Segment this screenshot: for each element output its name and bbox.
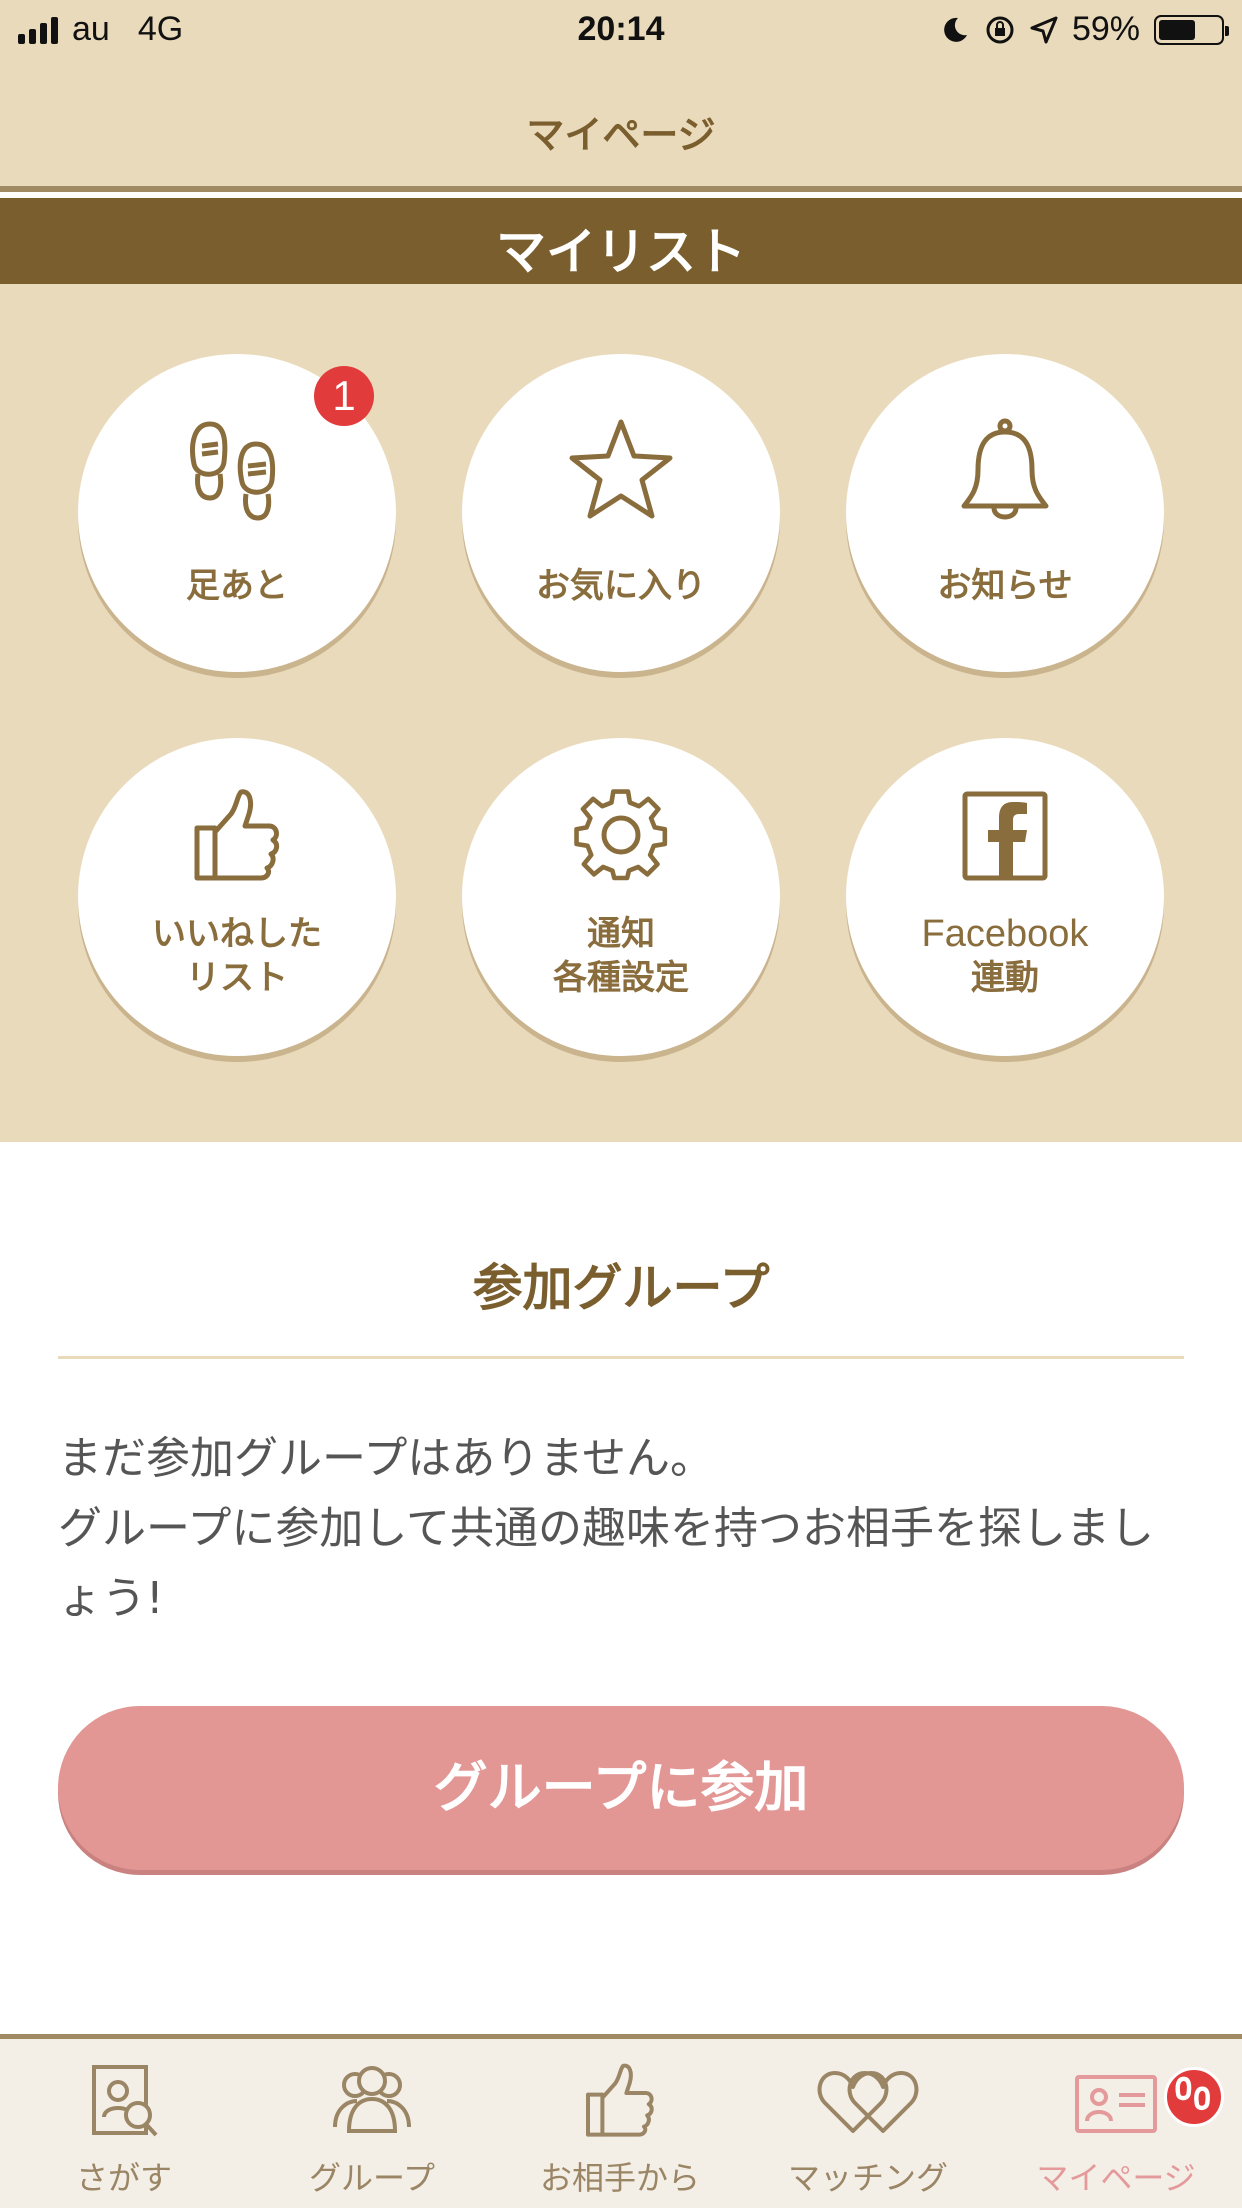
search-profile-icon: [92, 2065, 158, 2137]
notifications-button[interactable]: お知らせ: [846, 354, 1164, 672]
group-icon: [333, 2066, 411, 2133]
tab-from-partner[interactable]: お相手から: [496, 2039, 744, 2209]
tab-matching[interactable]: マッチング: [744, 2039, 992, 2209]
location-icon: [1030, 16, 1058, 43]
nav-divider: [0, 186, 1242, 192]
profile-card-icon: [1075, 2075, 1157, 2133]
gear-icon: [574, 789, 668, 881]
my-list-header: マイリスト: [0, 198, 1242, 284]
tab-matching-label: マッチング: [787, 2159, 948, 2197]
groups-divider: [58, 1356, 1184, 1359]
liked-list-label: いいねした リスト: [78, 912, 396, 1000]
footprints-label: 足あと: [186, 566, 288, 606]
rotation-lock-icon: [986, 16, 1014, 43]
groups-empty-line2: グループに参加して共通の趣味を持つお相手を探しましょう!: [58, 1503, 1155, 1624]
bell-icon: [961, 418, 1049, 520]
facebook-link-label-line1: Facebook: [921, 913, 1089, 955]
facebook-link-button[interactable]: Facebook 連動: [846, 738, 1164, 1056]
footprints-notification-badge: [1164, 2067, 1224, 2127]
notifications-label: お知らせ: [937, 566, 1073, 606]
facebook-icon: [962, 791, 1048, 881]
thumbs-up-icon: [194, 789, 280, 881]
tab-search[interactable]: さがす: [0, 2039, 248, 2209]
liked-list-button[interactable]: いいねした リスト: [78, 738, 396, 1056]
favorites-label: お気に入り: [536, 566, 706, 606]
tab-mypage-label: マイページ: [1036, 2159, 1196, 2197]
footprints-badge: 1: [314, 366, 374, 426]
facebook-link-label-line2: 連動: [971, 958, 1039, 998]
groups-empty-message: まだ参加グループはありません。 グループに参加して共通の趣味を持つお相手を探しま…: [58, 1424, 1198, 1634]
notification-settings-label-line1: 通知: [587, 914, 655, 954]
footprints-icon: [190, 421, 276, 521]
thumbs-up-icon: [586, 2063, 654, 2137]
notification-settings-label: 通知 各種設定: [462, 912, 780, 1000]
battery-icon: [1154, 14, 1229, 45]
status-bar: au 4G 20:14 59%: [0, 0, 1242, 62]
page-title: マイページ: [526, 113, 716, 157]
my-list-title: マイリスト: [496, 223, 746, 281]
favorites-button[interactable]: お気に入り: [462, 354, 780, 672]
my-list-grid: 足あと 1 お気に入り お知らせ いいねした リスト 通知 各種設定 Faceb…: [0, 284, 1242, 1142]
join-group-button[interactable]: グループに参加: [58, 1706, 1184, 1870]
liked-list-label-line2: リスト: [186, 958, 288, 998]
battery-percent: 59%: [1071, 10, 1140, 48]
hearts-icon: [817, 2071, 919, 2133]
notification-settings-label-line2: 各種設定: [553, 958, 689, 998]
tab-group[interactable]: グループ: [248, 2039, 496, 2209]
facebook-link-label: Facebook 連動: [846, 912, 1164, 1000]
star-icon: [569, 419, 673, 519]
tab-search-label: さがす: [75, 2159, 172, 2197]
footprints-icon: [1175, 2076, 1210, 2111]
tab-group-label: グループ: [308, 2159, 436, 2197]
moon-icon: [944, 17, 967, 42]
groups-empty-line1: まだ参加グループはありません。: [58, 1433, 715, 1484]
tab-bar: さがす グループ お相手から マッチング マイページ: [0, 2034, 1242, 2208]
liked-list-label-line1: いいねした: [152, 914, 322, 954]
nav-bar: マイページ: [0, 62, 1242, 192]
groups-title: 参加グループ: [472, 1259, 770, 1317]
notification-settings-button[interactable]: 通知 各種設定: [462, 738, 780, 1056]
tab-from-partner-label: お相手から: [539, 2159, 700, 2197]
